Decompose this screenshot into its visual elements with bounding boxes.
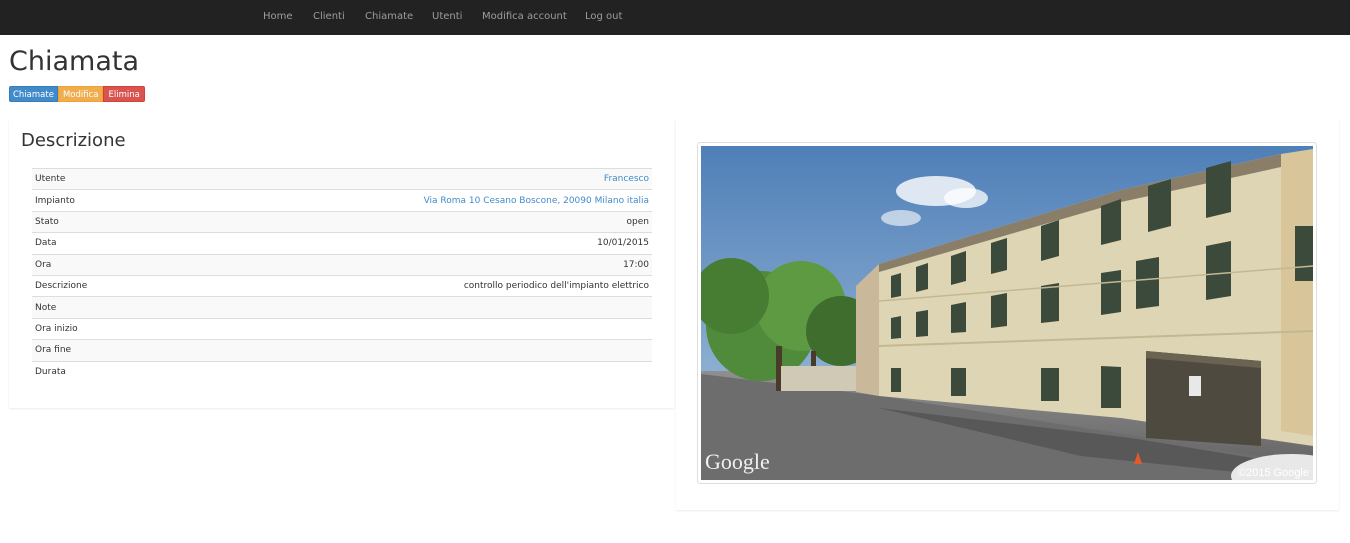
row-label-stato: Stato [32,210,157,233]
descrizione-panel: Descrizione Utente Francesco Impianto Vi… [9,119,674,408]
chiamate-button[interactable]: Chiamate [9,86,58,102]
nav-modifica-account[interactable]: Modifica account [482,11,567,22]
nav-chiamate[interactable]: Chiamate [365,11,413,22]
table-row: Ora 17:00 [32,253,652,276]
google-copyright: ©2015 Google [1238,467,1309,479]
ora-fine-value [156,339,652,362]
nav-log-out[interactable]: Log out [585,11,622,22]
impianto-link[interactable]: Via Roma 10 Cesano Boscone, 20090 Milano… [424,196,649,206]
streetview-thumbnail: Google ©2015 Google [697,142,1317,484]
row-label-descrizione: Descrizione [32,274,157,297]
row-label-note: Note [32,296,157,319]
descrizione-heading: Descrizione [21,130,126,151]
table-row: Data 10/01/2015 [32,232,652,255]
row-label-ora-inizio: Ora inizio [32,317,157,340]
elimina-button[interactable]: Elimina [103,86,145,102]
table-row: Note [32,296,652,319]
table-row: Ora fine [32,339,652,362]
row-label-impianto: Impianto [32,189,157,212]
note-value [156,296,652,319]
table-row: Ora inizio [32,317,652,340]
table-row: Impianto Via Roma 10 Cesano Boscone, 200… [32,189,652,212]
ora-value: 17:00 [156,253,652,276]
table-row: Durata [32,360,652,382]
stato-value: open [156,210,652,233]
row-label-ora: Ora [32,253,157,276]
data-value: 10/01/2015 [156,232,652,255]
table-row: Stato open [32,210,652,233]
image-panel: Google ©2015 Google [676,119,1339,510]
page-title: Chiamata [9,46,139,77]
durata-value [156,360,652,382]
top-navbar: Home Clienti Chiamate Utenti Modifica ac… [0,0,1350,35]
google-logo: Google [705,449,770,474]
utente-link[interactable]: Francesco [604,174,649,184]
nav-utenti[interactable]: Utenti [432,11,462,22]
table-row: Utente Francesco [32,167,652,190]
row-label-durata: Durata [32,360,157,382]
modifica-button[interactable]: Modifica [57,86,104,102]
streetview-image: Google ©2015 Google [701,146,1313,480]
action-button-group: Chiamate Modifica Elimina [9,86,145,102]
table-row: Descrizione controllo periodico dell'imp… [32,274,652,297]
descrizione-value: controllo periodico dell'impianto elettr… [156,274,652,297]
nav-clienti[interactable]: Clienti [313,11,345,22]
row-label-ora-fine: Ora fine [32,339,157,362]
row-label-data: Data [32,232,157,255]
descrizione-table: Utente Francesco Impianto Via Roma 10 Ce… [32,167,652,382]
ora-inizio-value [156,317,652,340]
nav-home[interactable]: Home [263,11,293,22]
row-label-utente: Utente [32,167,157,190]
